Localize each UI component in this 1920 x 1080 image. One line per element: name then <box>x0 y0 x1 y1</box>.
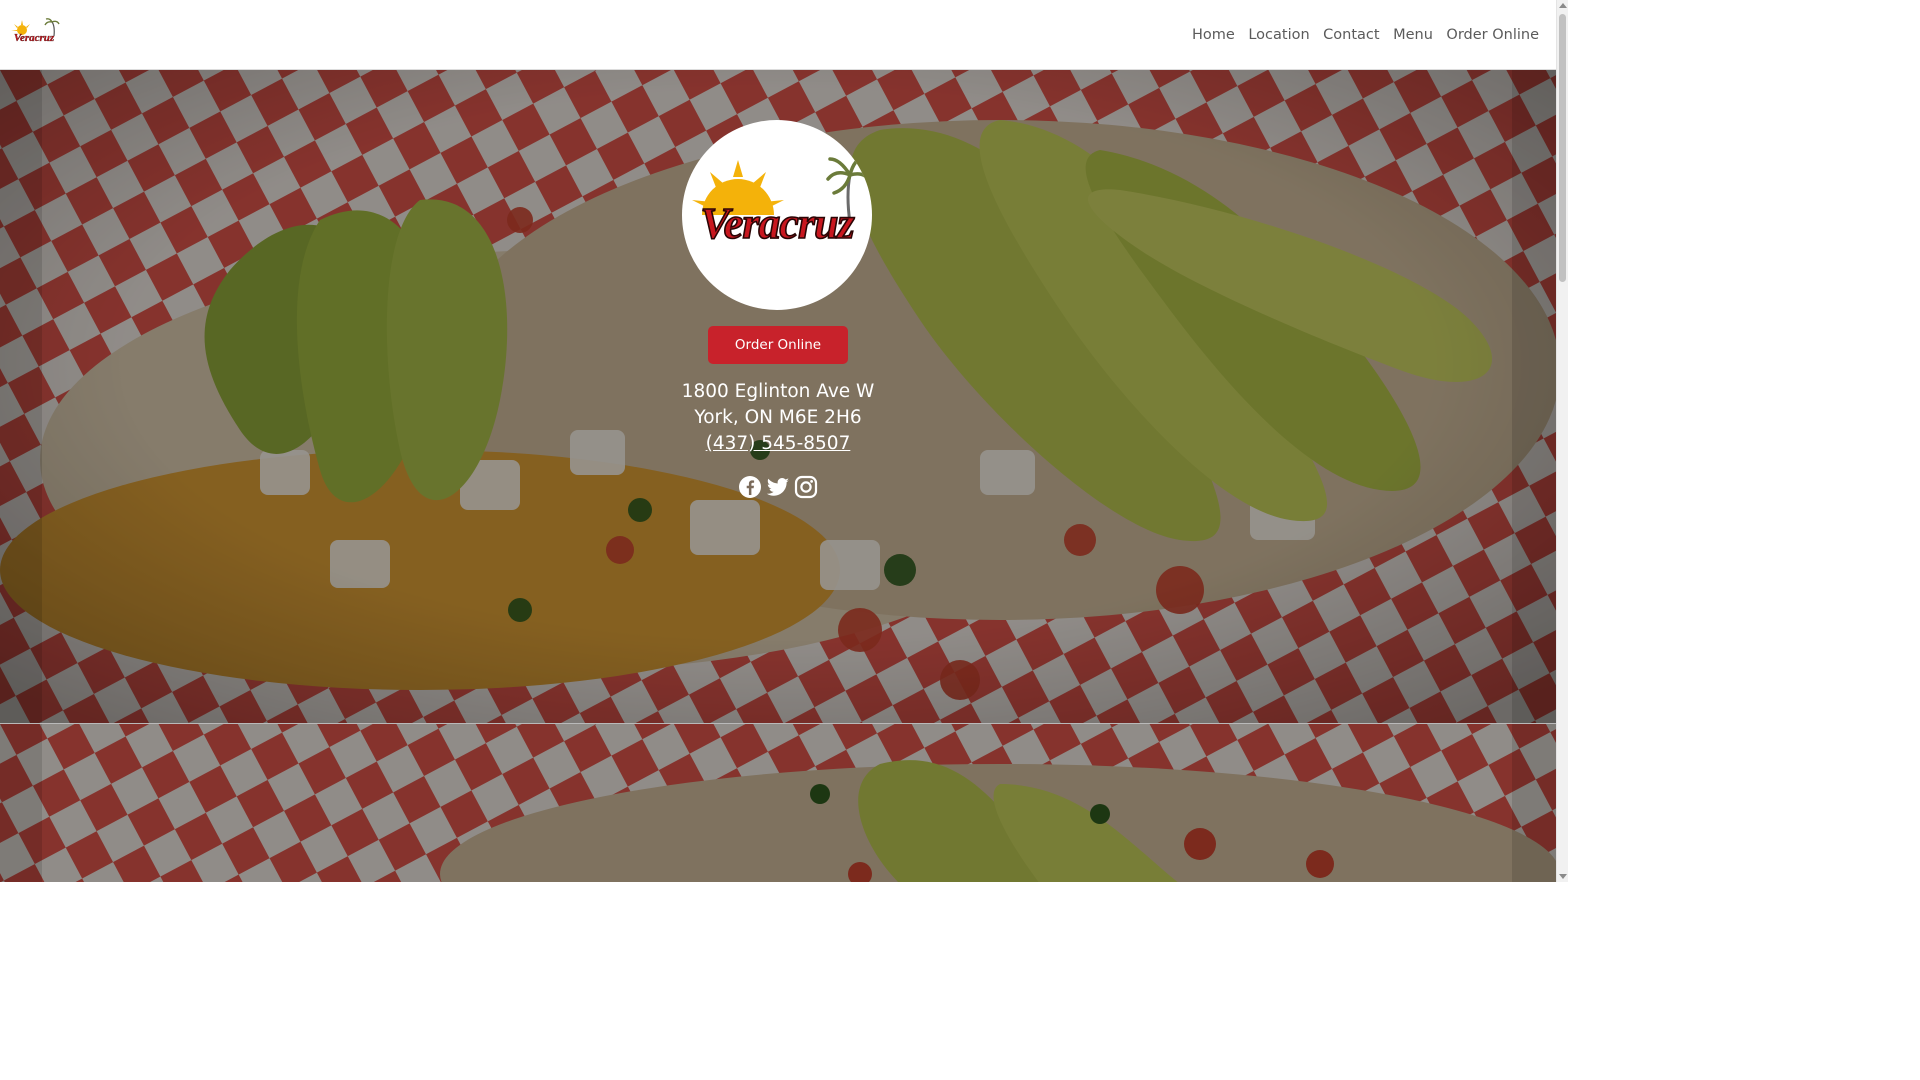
second-section-background-image <box>0 724 1556 882</box>
nav-link-contact[interactable]: Contact <box>1323 27 1379 43</box>
social-links <box>738 475 820 501</box>
hero-logo-text: Veracruz <box>700 199 854 248</box>
nav-link-home[interactable]: Home <box>1192 27 1235 43</box>
instagram-icon[interactable] <box>794 475 818 499</box>
scroll-down-arrow-icon[interactable] <box>1559 874 1567 879</box>
nav-link-order-online[interactable]: Order Online <box>1446 27 1539 43</box>
page-scrollbar[interactable] <box>1556 0 1568 882</box>
twitter-icon[interactable] <box>766 475 790 499</box>
address-line-2: York, ON M6E 2H6 <box>694 407 862 428</box>
navbar: Veracruz Home Location Contact Menu Orde… <box>0 0 1556 70</box>
scroll-up-arrow-icon[interactable] <box>1559 3 1567 8</box>
scrollbar-thumb[interactable] <box>1559 14 1566 282</box>
hero-content: Veracruz Order Online 1800 Eglinton Ave … <box>0 70 1556 723</box>
facebook-icon[interactable] <box>738 475 762 499</box>
nav-link-location[interactable]: Location <box>1248 27 1309 43</box>
phone-link[interactable]: (437) 545-8507 <box>578 431 978 457</box>
nav-links: Home Location Contact Menu Order Online <box>1179 0 1539 70</box>
nav-link-menu[interactable]: Menu <box>1393 27 1433 43</box>
address-line-1: 1800 Eglinton Ave W <box>681 381 875 402</box>
hero-logo: Veracruz <box>682 120 872 310</box>
order-online-button[interactable]: Order Online <box>708 326 848 364</box>
brand-logo-text: Veracruz <box>14 32 55 44</box>
brand-logo[interactable]: Veracruz <box>8 18 60 46</box>
hero-section: Veracruz Order Online 1800 Eglinton Ave … <box>0 70 1556 724</box>
second-section <box>0 724 1556 882</box>
